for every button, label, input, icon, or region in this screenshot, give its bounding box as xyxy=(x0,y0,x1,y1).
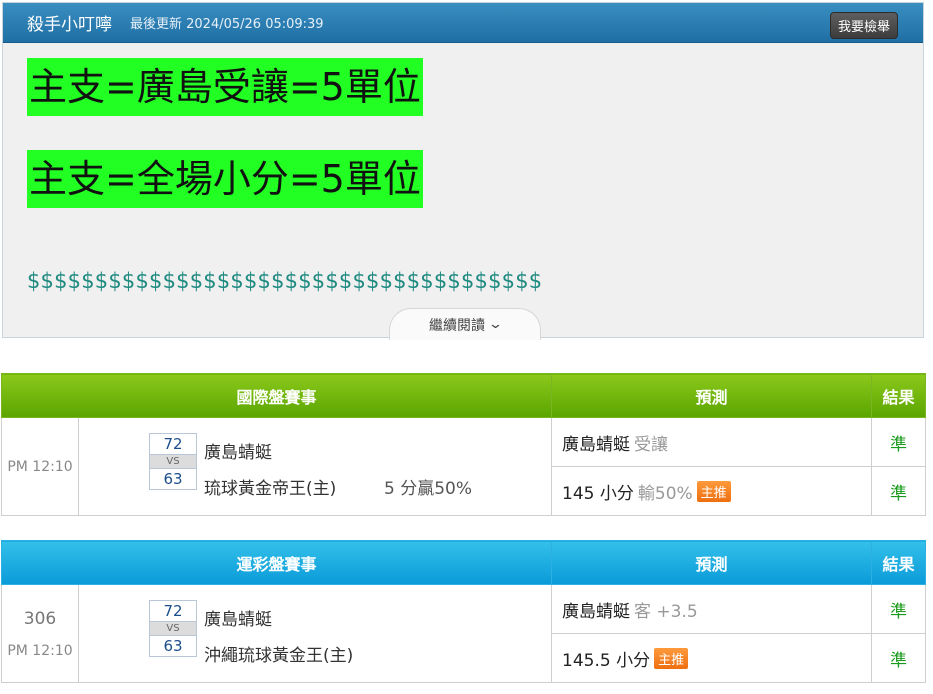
match-time: PM 12:10 xyxy=(7,642,73,659)
header-event: 國際盤賽事 xyxy=(0,373,553,418)
game-cell: 72 VS 63 廣島蜻蜓 琉球黃金帝王(主) 5 分贏50% xyxy=(77,417,553,516)
team-home[interactable]: 沖繩琉球黃金王(主) xyxy=(204,641,353,666)
prediction-spread: 廣島蜻蜓 受讓 xyxy=(551,417,873,467)
score-bottom: 63 xyxy=(149,468,197,490)
article-card: 殺手小叮嚀 最後更新 2024/05/26 05:09:39 我要檢舉 主支=廣… xyxy=(2,2,924,340)
report-button[interactable]: 我要檢舉 xyxy=(829,12,898,39)
pred-total: 145.5 小分 xyxy=(562,650,651,671)
result-spread: 準 xyxy=(871,417,927,467)
read-more-button[interactable]: 繼續閱讀 ⌄ xyxy=(389,308,541,340)
time-cell: 306 PM 12:10 xyxy=(1,584,79,683)
pred-type: 客 +3.5 xyxy=(634,601,698,622)
score-top: 72 xyxy=(149,433,197,455)
read-more-label: 繼續閱讀 xyxy=(429,317,486,334)
article-header: 殺手小叮嚀 最後更新 2024/05/26 05:09:39 我要檢舉 xyxy=(3,3,923,43)
result-total: 準 xyxy=(871,466,927,516)
pred-type: 受讓 xyxy=(634,434,669,455)
pred-note: 輸50% xyxy=(637,483,693,504)
pred-team: 廣島蜻蜓 xyxy=(562,434,631,455)
vs-label: VS xyxy=(149,622,197,635)
team-away[interactable]: 廣島蜻蜓 xyxy=(204,605,272,630)
match-time: PM 12:10 xyxy=(7,458,73,475)
prediction-total: 145.5 小分 主推 xyxy=(551,633,873,683)
table-header: 國際盤賽事 預測 結果 xyxy=(0,373,927,418)
prediction-spread: 廣島蜻蜓客 +3.5 xyxy=(551,584,873,634)
featured-badge: 主推 xyxy=(654,647,689,669)
table-row: 306 PM 12:10 72 VS 63 廣島蜻蜓 沖繩琉球黃金王(主) 廣島… xyxy=(1,584,927,683)
score-bottom: 63 xyxy=(149,635,197,657)
table-header: 運彩盤賽事 預測 結果 xyxy=(0,540,927,585)
game-cell: 72 VS 63 廣島蜻蜓 沖繩琉球黃金王(主) xyxy=(77,584,553,683)
header-result: 結果 xyxy=(871,540,927,585)
score-top: 72 xyxy=(149,600,197,622)
game-number: 306 xyxy=(23,608,57,629)
time-cell: PM 12:10 xyxy=(1,417,79,516)
header-result: 結果 xyxy=(871,373,927,418)
result-spread: 準 xyxy=(871,584,927,634)
result-total: 準 xyxy=(871,633,927,683)
header-event: 運彩盤賽事 xyxy=(0,540,553,585)
highlight-line-1: 主支=廣島受讓=5單位 xyxy=(27,58,423,116)
handicap-result: 5 分贏50% xyxy=(384,479,473,499)
pred-total: 145 小分 xyxy=(562,483,634,504)
team-home[interactable]: 琉球黃金帝王(主) xyxy=(204,474,336,499)
header-prediction: 預測 xyxy=(551,373,873,418)
last-updated: 最後更新 2024/05/26 05:09:39 xyxy=(130,17,324,32)
lottery-match-table: 運彩盤賽事 預測 結果 306 PM 12:10 72 VS 63 廣島蜻蜓 沖… xyxy=(0,540,927,683)
team-away[interactable]: 廣島蜻蜓 xyxy=(204,438,272,463)
highlight-line-2: 主支=全場小分=5單位 xyxy=(27,150,423,208)
pred-team: 廣島蜻蜓 xyxy=(562,601,631,622)
international-match-table: 國際盤賽事 預測 結果 PM 12:10 72 VS 63 廣島蜻蜓 琉球黃金帝… xyxy=(0,373,927,516)
chevron-down-icon: ⌄ xyxy=(487,317,504,332)
score-box: 72 VS 63 xyxy=(149,433,197,490)
table-row: PM 12:10 72 VS 63 廣島蜻蜓 琉球黃金帝王(主) 5 分贏50%… xyxy=(1,417,927,516)
header-prediction: 預測 xyxy=(551,540,873,585)
score-box: 72 VS 63 xyxy=(149,600,197,657)
featured-badge: 主推 xyxy=(696,480,731,502)
author-name[interactable]: 殺手小叮嚀 xyxy=(27,10,112,35)
prediction-total: 145 小分 輸50% 主推 xyxy=(551,466,873,516)
vs-label: VS xyxy=(149,455,197,468)
dollar-line: $$$$$$$$$$$$$$$$$$$$$$$$$$$$$$$$$$$$$$ xyxy=(27,269,543,293)
